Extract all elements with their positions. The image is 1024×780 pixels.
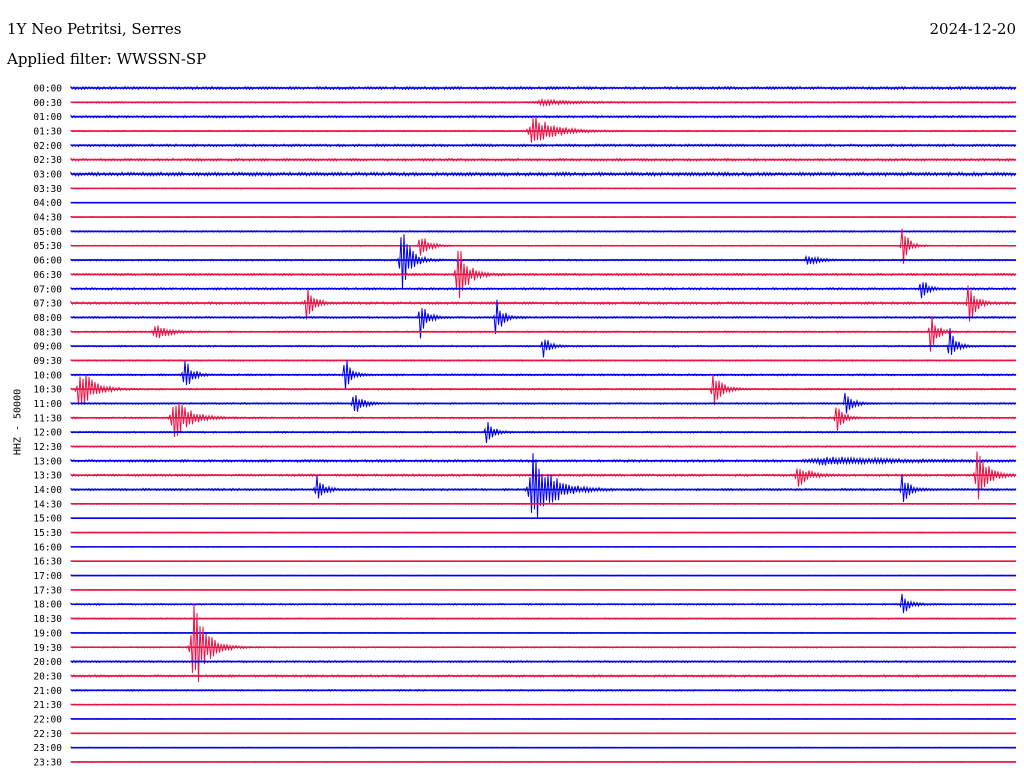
time-label: 08:00 <box>33 313 62 324</box>
time-label: 19:30 <box>33 643 62 654</box>
time-label: 00:00 <box>33 84 62 95</box>
time-label: 07:30 <box>33 299 62 310</box>
time-label: 01:00 <box>33 112 62 123</box>
trace-row <box>70 282 1017 299</box>
time-label: 05:30 <box>33 241 62 252</box>
time-label: 11:00 <box>33 399 62 410</box>
time-label: 13:00 <box>33 456 62 467</box>
time-label: 02:30 <box>33 155 62 166</box>
time-label: 16:00 <box>33 542 62 553</box>
time-label: 01:30 <box>33 127 62 138</box>
time-label: 13:30 <box>33 471 62 482</box>
time-label: 12:30 <box>33 442 62 453</box>
time-label: 03:00 <box>33 170 62 181</box>
time-label: 07:00 <box>33 284 62 295</box>
trace-row <box>70 116 1017 143</box>
time-label: 16:30 <box>33 557 62 568</box>
trace-group <box>70 85 1017 763</box>
time-label: 22:00 <box>33 714 62 725</box>
time-label: 20:00 <box>33 657 62 668</box>
time-label: 12:00 <box>33 428 62 439</box>
time-label: 06:30 <box>33 270 62 281</box>
time-label: 03:30 <box>33 184 62 195</box>
time-label: 14:00 <box>33 485 62 496</box>
time-label: 23:00 <box>33 743 62 754</box>
time-label: 02:00 <box>33 141 62 152</box>
time-label: 08:30 <box>33 327 62 338</box>
time-label: 11:30 <box>33 413 62 424</box>
time-label: 14:30 <box>33 499 62 510</box>
time-label: 20:30 <box>33 671 62 682</box>
time-label: 17:30 <box>33 585 62 596</box>
time-label: 00:30 <box>33 98 62 109</box>
trace-row <box>70 603 1017 683</box>
time-label: 04:00 <box>33 198 62 209</box>
time-label: 10:00 <box>33 370 62 381</box>
time-label: 05:00 <box>33 227 62 238</box>
trace-row <box>70 234 1017 289</box>
time-label: 15:30 <box>33 528 62 539</box>
time-label: 18:30 <box>33 614 62 625</box>
helicorder-plot: 00:00 00:30 01:00 01:30 02:00 02:30 03:00 03:30… <box>33 84 1017 769</box>
time-label-group: 00:00 00:30 01:00 01:30 02:00 02:30 03:00 03:30… <box>33 84 62 769</box>
time-label: 23:30 <box>33 757 62 768</box>
trace-row <box>70 453 1017 518</box>
time-label: 06:00 <box>33 256 62 267</box>
time-label: 09:00 <box>33 342 62 353</box>
time-label: 04:30 <box>33 213 62 224</box>
time-label: 09:30 <box>33 356 62 367</box>
time-label: 18:00 <box>33 600 62 611</box>
time-label: 21:30 <box>33 700 62 711</box>
time-label: 15:00 <box>33 514 62 525</box>
time-label: 10:30 <box>33 385 62 396</box>
time-label: 17:00 <box>33 571 62 582</box>
time-label: 22:30 <box>33 729 62 740</box>
time-label: 21:00 <box>33 686 62 697</box>
time-label: 19:00 <box>33 628 62 639</box>
